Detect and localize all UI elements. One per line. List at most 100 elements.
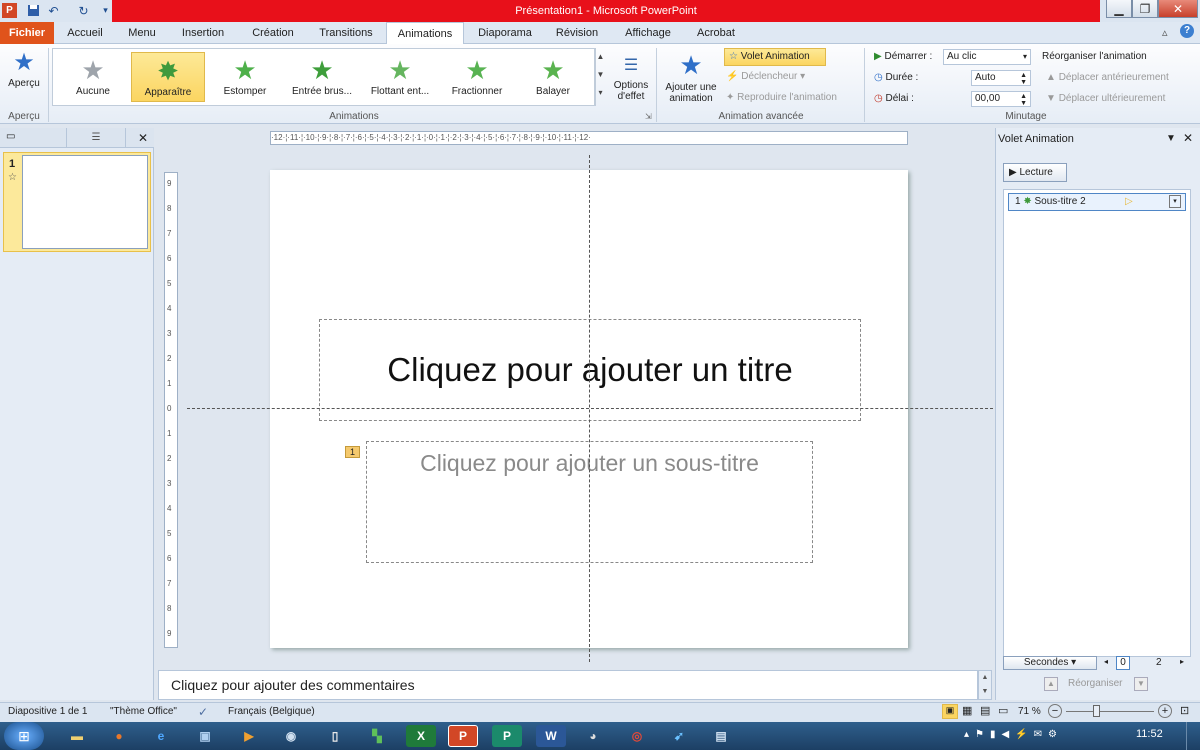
ie-icon[interactable]: e	[146, 725, 176, 747]
app-icon[interactable]: ➹	[664, 725, 694, 747]
anim-estomper[interactable]: ★ Estomper	[208, 52, 282, 102]
show-desktop-button[interactable]	[1186, 722, 1200, 750]
app-icon[interactable]: ▣	[190, 725, 220, 747]
powerpoint-icon[interactable]: P	[448, 725, 478, 747]
zoom-level[interactable]: 71 %	[1018, 702, 1041, 722]
tab-insertion[interactable]: Insertion	[172, 22, 234, 44]
duree-spinner[interactable]: Auto ▲ ▼	[971, 70, 1031, 86]
zoom-in-icon[interactable]: +	[1158, 704, 1172, 718]
item-dropdown-icon[interactable]: ▾	[1169, 195, 1181, 208]
theme-name[interactable]: "Thème Office"	[110, 702, 177, 722]
anim-fractionner[interactable]: ★ Fractionner	[440, 52, 514, 102]
slides-tab-icon[interactable]: ▭	[6, 131, 15, 142]
app-icon[interactable]: ▤	[706, 725, 736, 747]
declencheur-button[interactable]: ⚡ Déclencheur ▾	[726, 71, 805, 82]
reorder-down-icon[interactable]: ▼	[1134, 677, 1148, 691]
outline-tab-icon[interactable]: ☰	[66, 128, 126, 148]
close-button[interactable]: ✕	[1158, 0, 1198, 18]
delai-spinner[interactable]: 00,00 ▲ ▼	[971, 91, 1031, 107]
reorder-up-icon[interactable]: ▲	[1044, 677, 1058, 691]
notepad-icon[interactable]: ▯	[320, 725, 350, 747]
options-effet-button[interactable]: ☰ Options d'effet	[610, 52, 652, 102]
system-tray-icons[interactable]: ▴⚑▮◀⚡✉⚙	[964, 729, 1063, 740]
horizontal-guide[interactable]	[187, 408, 993, 409]
anim-entree-brusque[interactable]: ★ Entrée brus...	[284, 52, 360, 102]
excel-icon[interactable]: X	[406, 725, 436, 747]
timeline-left-icon[interactable]: ◂	[1104, 657, 1108, 666]
clock[interactable]: 11:52	[1136, 728, 1163, 740]
publisher-icon[interactable]: P	[492, 725, 522, 747]
animation-order-badge[interactable]: 1	[345, 446, 360, 458]
tab-acrobat[interactable]: Acrobat	[688, 22, 744, 44]
deplacer-ulterieurement-button[interactable]: ▼ Déplacer ultérieurement	[1046, 93, 1165, 104]
app-icon[interactable]: ▚	[362, 725, 392, 747]
help-icon[interactable]: ?	[1180, 24, 1194, 38]
save-icon[interactable]	[26, 3, 41, 18]
animation-list-item[interactable]: 1 ✸ Sous-titre 2 ▷ ▾	[1008, 193, 1186, 211]
down-arrow-icon: ▼	[1046, 93, 1056, 104]
anim-flottant[interactable]: ★ Flottant ent...	[362, 52, 438, 102]
firefox-icon[interactable]: ●	[104, 725, 134, 747]
tab-animations[interactable]: Animations	[386, 22, 464, 45]
deplacer-anterieurement-button[interactable]: ▲ Déplacer antérieurement	[1046, 72, 1169, 83]
zoom-slider-thumb[interactable]	[1092, 705, 1100, 717]
tab-revision[interactable]: Révision	[546, 22, 608, 44]
notes-field[interactable]: Cliquez pour ajouter des commentaires	[158, 670, 978, 700]
timeline-zero[interactable]: 0	[1116, 656, 1130, 670]
media-icon[interactable]: ▶	[234, 725, 264, 747]
pane-options-icon[interactable]: ▼	[1166, 133, 1176, 144]
ajouter-animation-button[interactable]: ★ Ajouter une animation	[660, 48, 722, 104]
tab-menu[interactable]: Menu	[118, 22, 166, 44]
app-icon[interactable]: ◉	[276, 725, 306, 747]
tab-transitions[interactable]: Transitions	[312, 22, 380, 44]
normal-view-icon[interactable]: ▣	[942, 704, 958, 719]
redo-icon[interactable]: ↻	[76, 3, 91, 18]
spellcheck-icon[interactable]: ✓	[198, 702, 208, 722]
slide-info[interactable]: Diapositive 1 de 1	[8, 702, 88, 722]
delay-icon: ◷	[874, 93, 883, 104]
word-icon[interactable]: W	[536, 725, 566, 747]
explorer-icon[interactable]: ▬	[62, 725, 92, 747]
zoom-slider[interactable]	[1066, 711, 1154, 712]
slide-thumbnail[interactable]	[22, 155, 148, 249]
reproduire-animation-button[interactable]: ✦ Reproduire l'animation	[726, 92, 837, 103]
gallery-scroll[interactable]: ▲ ▼ ▾	[594, 48, 606, 106]
chrome-icon[interactable]: ◎	[622, 725, 652, 747]
minimize-ribbon-icon[interactable]: ▵	[1162, 26, 1168, 39]
slideshow-view-icon[interactable]: ▭	[998, 704, 1008, 717]
tab-diaporama[interactable]: Diaporama	[470, 22, 540, 44]
lecture-button[interactable]: ▶ Lecture	[1003, 163, 1067, 182]
maximize-button[interactable]: ❐	[1132, 0, 1158, 18]
timeline-right-icon[interactable]: ▸	[1180, 657, 1184, 666]
tab-fichier[interactable]: Fichier	[0, 22, 54, 44]
slide-sorter-icon[interactable]: ▦	[962, 704, 972, 717]
start-button[interactable]: ⊞	[4, 722, 44, 750]
reading-view-icon[interactable]: ▤	[980, 704, 990, 717]
notes-scrollbar[interactable]: ▲ ▼	[978, 670, 992, 700]
app-icon[interactable]: ◕	[578, 725, 608, 747]
language[interactable]: Français (Belgique)	[228, 702, 315, 722]
ajouter-line2: animation	[669, 93, 713, 104]
seconds-dropdown[interactable]: Secondes ▾	[1003, 656, 1097, 670]
demarrer-select[interactable]: Au clic ▾	[943, 49, 1031, 65]
reorganiser-title: Réorganiser l'animation	[1042, 51, 1147, 62]
close-pane-icon[interactable]: ✕	[138, 131, 148, 145]
close-pane-icon[interactable]: ✕	[1183, 131, 1193, 145]
fit-to-window-icon[interactable]: ⊡	[1180, 704, 1189, 717]
zoom-out-icon[interactable]: −	[1048, 704, 1062, 718]
tab-creation[interactable]: Création	[240, 22, 306, 44]
anim-aucune[interactable]: ★ Aucune	[56, 52, 130, 102]
title-placeholder[interactable]: Cliquez pour ajouter un titre	[319, 319, 861, 421]
apercu-button[interactable]: ★ Aperçu	[4, 48, 44, 108]
anim-apparaitre[interactable]: ✸ Apparaître	[131, 52, 205, 102]
customize-qat-icon[interactable]: ▾	[98, 3, 113, 18]
minimize-button[interactable]: ▁	[1106, 0, 1132, 18]
duree-text: Durée :	[885, 72, 919, 83]
volet-animation-button[interactable]: ☆ Volet Animation	[724, 48, 826, 66]
undo-icon[interactable]: ↶	[46, 3, 61, 18]
tab-affichage[interactable]: Affichage	[614, 22, 682, 44]
powerpoint-logo-icon[interactable]: P	[2, 3, 17, 18]
anim-balayer[interactable]: ★ Balayer	[516, 52, 590, 102]
tab-accueil[interactable]: Accueil	[60, 22, 110, 44]
dialog-launcher-icon[interactable]: ⇲	[645, 112, 652, 121]
